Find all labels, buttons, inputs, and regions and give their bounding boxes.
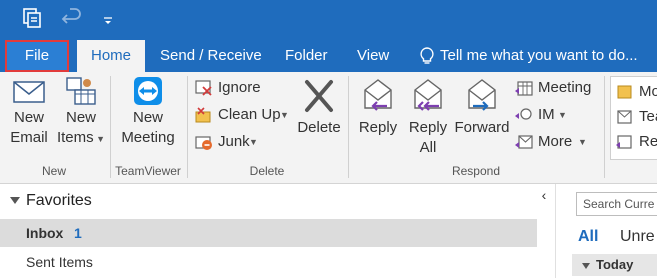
- favorites-header[interactable]: Favorites: [10, 190, 92, 212]
- clean-up-icon: [195, 107, 211, 123]
- tab-file[interactable]: File: [5, 40, 69, 72]
- forward-icon: [468, 79, 496, 111]
- collapse-pane-chevron-icon[interactable]: ‹: [537, 186, 551, 204]
- teamviewer-icon: [134, 77, 162, 105]
- lightbulb-icon: [420, 47, 434, 64]
- new-items-icon: [66, 77, 96, 105]
- meeting-label: Meeting: [538, 79, 592, 96]
- tab-home[interactable]: Home: [77, 40, 145, 72]
- chevron-down-icon: ▼: [280, 110, 289, 120]
- pane-divider: [555, 184, 556, 278]
- undo-icon[interactable]: [60, 6, 84, 30]
- tell-me-search[interactable]: Tell me what you want to do...: [440, 40, 638, 72]
- new-email-icon: [13, 81, 45, 103]
- folder-pane: Favorites Inbox 1 Sent Items: [0, 184, 555, 278]
- collapse-triangle-icon: [582, 262, 590, 269]
- new-items-button[interactable]: New Items ▼: [56, 76, 106, 149]
- folder-item-sent-items[interactable]: Sent Items: [0, 248, 537, 276]
- reply-all-line1: Reply: [408, 119, 448, 136]
- chevron-down-icon: ▼: [578, 137, 587, 147]
- quick-step-icon: [616, 135, 632, 149]
- ribbon-home: New Email New Items ▼ New New Meeting Te…: [0, 72, 657, 184]
- tab-folder[interactable]: Folder: [285, 40, 328, 72]
- im-reply-icon: [515, 108, 532, 120]
- outlook-window: File Home Send / Receive Folder View Tel…: [0, 0, 657, 278]
- delete-label: Delete: [297, 119, 341, 136]
- forward-label: Forward: [454, 119, 510, 136]
- meeting-reply-icon: [515, 81, 533, 96]
- group-label-new: New: [41, 164, 66, 178]
- title-bar: [0, 0, 657, 40]
- folder-item-inbox[interactable]: Inbox 1: [0, 219, 537, 247]
- reply-label: Reply: [358, 119, 398, 136]
- new-meeting-button[interactable]: New Meeting: [116, 76, 180, 148]
- quick-step-label: Tea: [639, 108, 657, 125]
- folder-name: Sent Items: [26, 254, 93, 270]
- group-separator: [604, 76, 605, 178]
- customize-toolbar-icon[interactable]: [96, 6, 120, 30]
- reply-icon: [364, 79, 392, 111]
- group-label-delete: Delete: [249, 164, 285, 178]
- filter-unread-tab[interactable]: Unre: [620, 228, 655, 246]
- new-email-line2: Email: [10, 129, 48, 146]
- reply-all-line2: All: [419, 139, 437, 156]
- collapse-triangle-icon: [10, 197, 20, 205]
- reply-all-icon: [414, 79, 442, 111]
- more-respond-icon: [515, 135, 533, 149]
- new-items-line2: Items: [56, 129, 94, 146]
- quick-step-icon: [617, 110, 632, 124]
- filter-all-tab[interactable]: All: [578, 228, 598, 246]
- group-separator: [110, 76, 111, 178]
- tab-view[interactable]: View: [357, 40, 389, 72]
- more-label: More: [538, 133, 573, 150]
- chevron-down-icon: ▼: [249, 137, 258, 147]
- folder-name: Inbox: [26, 225, 64, 241]
- group-header-label: Today: [596, 257, 634, 272]
- group-label-teamviewer: TeamViewer: [115, 164, 181, 178]
- send-receive-all-folders-icon[interactable]: [20, 6, 44, 30]
- forward-button[interactable]: Forward: [454, 76, 510, 138]
- ribbon-tab-row: File Home Send / Receive Folder View Tel…: [0, 40, 657, 72]
- message-list-pane: Search Curre All Unre Today: [568, 184, 657, 278]
- im-label: IM: [538, 106, 555, 123]
- group-header-today[interactable]: Today: [572, 254, 657, 276]
- quick-step-label: Rep: [639, 133, 657, 150]
- delete-button[interactable]: Delete: [294, 76, 344, 138]
- new-items-line1: New: [65, 109, 96, 126]
- favorites-label: Favorites: [26, 192, 92, 209]
- junk-label: Junk: [218, 133, 250, 150]
- chevron-down-icon: ▼: [558, 110, 567, 120]
- new-meeting-line1: New: [132, 109, 163, 126]
- unread-count: 1: [74, 225, 82, 241]
- chevron-down-icon: ▼: [93, 134, 106, 144]
- new-email-button[interactable]: New Email: [4, 76, 54, 148]
- search-input[interactable]: Search Curre: [576, 192, 657, 216]
- quick-step-icon: [617, 85, 632, 99]
- ignore-label: Ignore: [218, 79, 261, 96]
- reply-all-button[interactable]: Reply All: [404, 76, 452, 158]
- new-meeting-line2: Meeting: [121, 129, 175, 146]
- group-separator: [187, 76, 188, 178]
- group-label-respond: Respond: [451, 164, 501, 178]
- delete-x-icon: [305, 80, 333, 112]
- tab-send-receive[interactable]: Send / Receive: [160, 40, 262, 72]
- quick-step-label: Mo: [639, 83, 657, 100]
- clean-up-label: Clean Up: [218, 106, 281, 123]
- quick-steps-gallery: Mo Tea Rep: [610, 76, 657, 160]
- group-separator: [348, 76, 349, 178]
- junk-icon: [195, 136, 212, 150]
- new-email-line1: New: [13, 109, 44, 126]
- ignore-icon: [195, 80, 212, 96]
- reply-button[interactable]: Reply: [354, 76, 402, 138]
